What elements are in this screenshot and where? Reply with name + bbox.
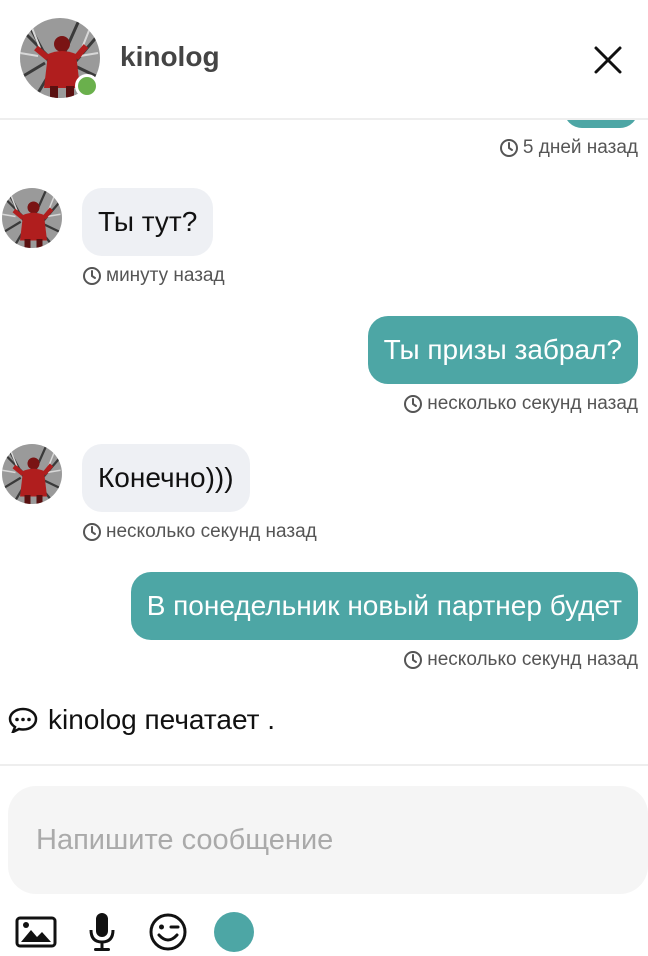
message-timestamp: минуту назад (82, 265, 225, 287)
clock-icon (82, 522, 102, 542)
user-avatar-photo (2, 444, 62, 504)
message-timestamp: несколько секунд назад (403, 649, 638, 671)
microphone-icon (89, 913, 115, 951)
chat-bubble-icon (8, 707, 38, 733)
close-button[interactable] (588, 40, 628, 80)
user-avatar-photo (2, 188, 62, 248)
message-bubble-incoming: Конечно))) (82, 444, 250, 512)
emoji-wink-icon (149, 913, 187, 951)
chat-header: kinolog (0, 0, 648, 120)
voice-message-button[interactable] (80, 910, 124, 954)
chat-username[interactable]: kinolog (120, 41, 220, 73)
clock-icon (403, 650, 423, 670)
message-bubble-outgoing: В понедельник новый партнер будет (130, 572, 638, 640)
message-timestamp: несколько секунд назад (82, 521, 317, 543)
image-icon (15, 916, 57, 948)
online-status-indicator (75, 74, 99, 98)
clock-icon (82, 266, 102, 286)
attach-image-button[interactable] (14, 910, 58, 954)
message-timestamp: 5 дней назад (499, 137, 638, 159)
emoji-button[interactable] (146, 910, 190, 954)
composer-divider (0, 764, 648, 766)
clock-icon (499, 138, 519, 158)
sender-avatar[interactable] (2, 188, 62, 248)
message-timestamp: несколько секунд назад (403, 393, 638, 415)
message-bubble-outgoing (564, 120, 638, 128)
message-list[interactable]: 5 дней назад Ты тут? минуту назад Ты при… (0, 120, 648, 680)
close-icon (594, 46, 622, 74)
sender-avatar[interactable] (2, 444, 62, 504)
message-bubble-incoming: Ты тут? (82, 188, 214, 256)
message-bubble-outgoing: Ты призы забрал? (367, 316, 638, 384)
clock-icon (403, 394, 423, 414)
message-input[interactable] (8, 786, 648, 894)
send-button[interactable] (214, 912, 254, 952)
typing-indicator: kinolog печатает . (8, 704, 275, 736)
